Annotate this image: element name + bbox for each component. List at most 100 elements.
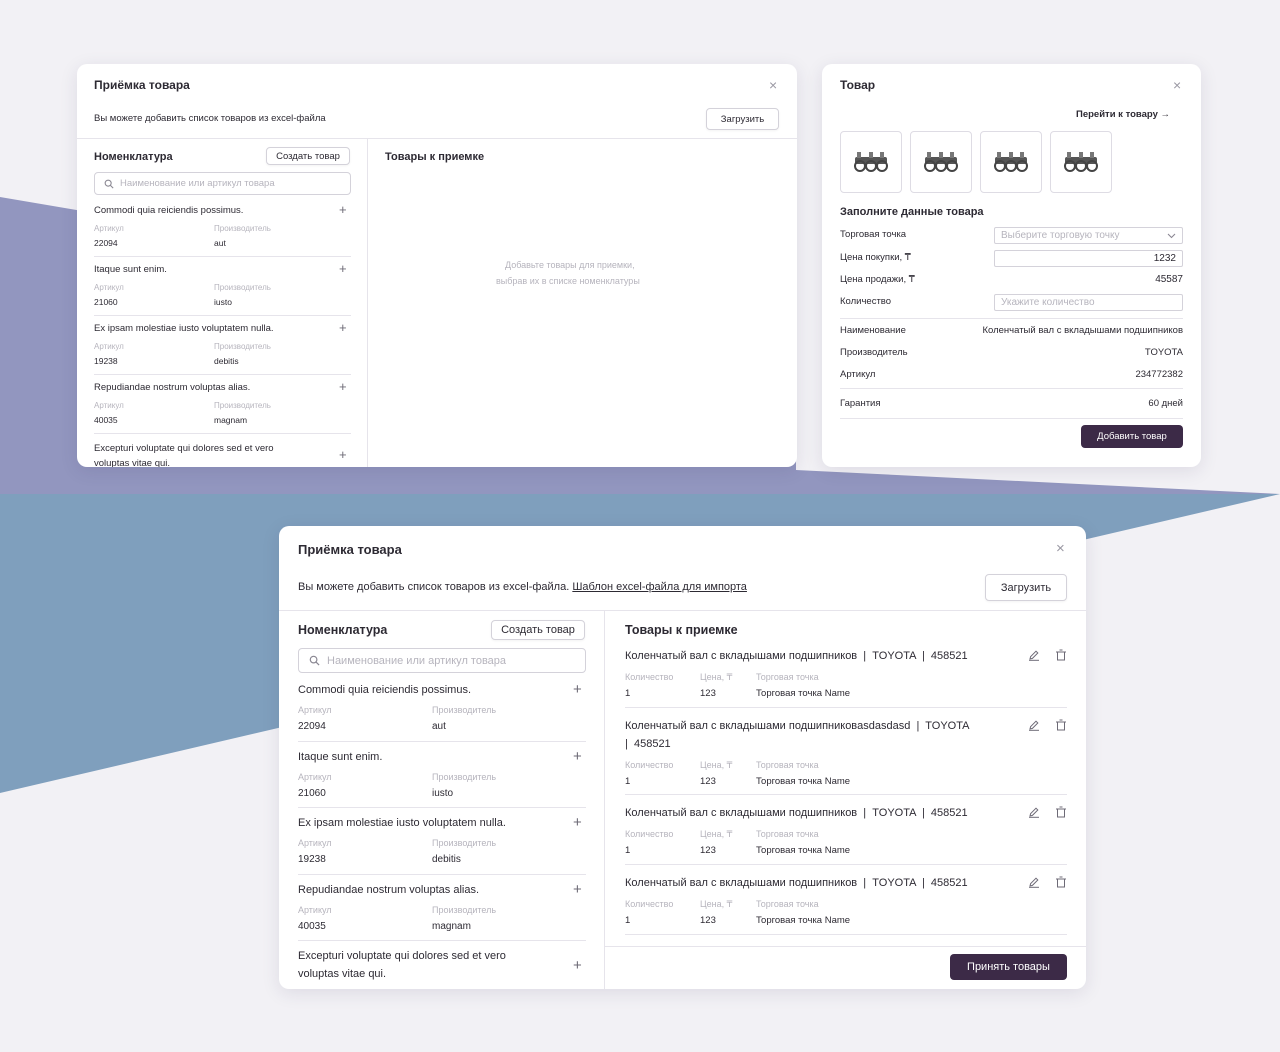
maker-value: magnam (432, 921, 471, 932)
product-thumbnail[interactable] (840, 131, 902, 193)
search-input[interactable]: Наименование или артикул товара (298, 648, 586, 673)
maker-label: Производитель (214, 224, 271, 233)
divider (298, 874, 586, 875)
divider (298, 940, 586, 941)
accepted-item: Коленчатый вал с вкладышами подшипников … (625, 649, 1067, 710)
sell-price-label: Цена продажи, ₸ (840, 274, 915, 285)
trash-icon[interactable] (1055, 719, 1067, 731)
add-icon[interactable]: + (339, 262, 347, 275)
divider (94, 256, 351, 257)
add-product-button[interactable]: Добавить товар (1081, 425, 1183, 448)
point-label: Торговая точка (756, 760, 819, 770)
close-icon[interactable]: × (1173, 78, 1181, 92)
maker-label: Производитель (432, 905, 497, 915)
article-label: Артикул (94, 283, 124, 292)
add-icon[interactable]: + (573, 682, 582, 697)
point-value: Торговая точка Name (756, 776, 851, 787)
create-product-button[interactable]: Создать товар (266, 147, 350, 165)
trash-icon[interactable] (1055, 876, 1067, 888)
upload-button[interactable]: Загрузить (706, 108, 779, 130)
list-item: Repudiandae nostrum voluptas alias. + Ар… (298, 882, 586, 942)
item-title: Коленчатый вал с вкладышами подшипников … (625, 650, 968, 662)
point-value: Торговая точка Name (756, 845, 851, 856)
edit-icon[interactable] (1028, 876, 1040, 888)
template-link[interactable]: Шаблон excel-файла для импорта (572, 581, 747, 593)
search-placeholder: Наименование или артикул товара (120, 178, 275, 189)
add-icon[interactable]: + (339, 203, 347, 216)
item-name: Excepturi voluptate qui dolores sed et v… (298, 950, 506, 962)
add-icon[interactable]: + (339, 448, 347, 461)
engine-part-icon (1064, 152, 1098, 172)
item-name: Repudiandae nostrum voluptas alias. (298, 884, 480, 896)
modal-title: Приёмка товара (94, 78, 190, 92)
add-icon[interactable]: + (339, 321, 347, 334)
divider (279, 610, 1086, 611)
add-icon[interactable]: + (573, 958, 582, 973)
item-title-cont: | 458521 (625, 738, 671, 750)
divider (625, 794, 1067, 795)
search-input[interactable]: Наименование или артикул товара (94, 172, 351, 195)
engine-part-icon (924, 152, 958, 172)
trash-icon[interactable] (1055, 806, 1067, 818)
price-label: Цена, ₸ (700, 829, 733, 839)
maker-label: Производитель (432, 838, 497, 848)
item-name: Ex ipsam molestiae iusto voluptatem null… (298, 817, 506, 829)
divider (625, 864, 1067, 865)
qty-value: 1 (625, 688, 631, 699)
go-to-product-link[interactable]: Перейти к товару → (1076, 109, 1170, 120)
price-label: Цена, ₸ (700, 899, 733, 909)
article-value: 19238 (94, 356, 118, 366)
list-item: Ex ipsam molestiae iusto voluptatem null… (94, 321, 351, 375)
trash-icon[interactable] (1055, 649, 1067, 661)
list-item: Excepturi voluptate qui dolores sed et v… (94, 441, 351, 467)
edit-icon[interactable] (1028, 719, 1040, 731)
list-item: Repudiandae nostrum voluptas alias. + Ар… (94, 380, 351, 434)
add-icon[interactable]: + (339, 380, 347, 393)
sell-price-value[interactable]: 45587 (1155, 274, 1183, 285)
product-thumbnail[interactable] (910, 131, 972, 193)
add-icon[interactable]: + (573, 882, 582, 897)
divider (94, 374, 351, 375)
qty-label: Количество (625, 760, 674, 770)
add-icon[interactable]: + (573, 749, 582, 764)
divider (94, 315, 351, 316)
modal-title: Приёмка товара (298, 542, 402, 557)
divider (625, 707, 1067, 708)
nomenclature-title: Номенклатура (298, 623, 388, 637)
name-value: Коленчатый вал с вкладышами подшипников (982, 325, 1184, 336)
quantity-input[interactable]: Укажите количество (994, 294, 1183, 311)
item-name: Itaque sunt enim. (94, 264, 167, 275)
qty-value: 1 (625, 845, 631, 856)
product-modal: Товар × Перейти к товару → Заполните дан… (822, 64, 1201, 467)
accepted-item: Коленчатый вал с вкладышами подшипниковa… (625, 719, 1067, 798)
modal-title: Товар (840, 78, 876, 92)
product-thumbnail[interactable] (1050, 131, 1112, 193)
upload-button[interactable]: Загрузить (985, 574, 1067, 601)
maker-label: Производитель (214, 401, 271, 410)
close-icon[interactable]: × (1056, 541, 1065, 556)
item-name-cont: voluptas vitae qui. (298, 968, 387, 980)
buy-price-input[interactable]: 1232 (994, 250, 1183, 267)
point-select[interactable]: Выберите торговую точку (994, 227, 1183, 244)
edit-icon[interactable] (1028, 649, 1040, 661)
maker-label: Производитель (214, 342, 271, 351)
divider (298, 807, 586, 808)
qty-label: Количество (625, 672, 674, 682)
maker-value: iusto (432, 788, 454, 799)
accepted-item: Коленчатый вал с вкладышами подшипников … (625, 806, 1067, 867)
product-thumbnail[interactable] (980, 131, 1042, 193)
article-label: Артикул (94, 342, 124, 351)
maker-value: aut (432, 721, 446, 732)
maker-value: iusto (214, 297, 232, 307)
arrow-right-icon: → (1160, 109, 1171, 120)
add-icon[interactable]: + (573, 815, 582, 830)
accept-title: Товары к приемке (385, 151, 485, 163)
warranty-label: Гарантия (840, 398, 881, 409)
edit-icon[interactable] (1028, 806, 1040, 818)
warranty-value: 60 дней (1148, 398, 1183, 409)
upload-hint: Вы можете добавить список товаров из exc… (94, 113, 326, 124)
close-icon[interactable]: × (769, 78, 777, 92)
create-product-button[interactable]: Создать товар (491, 620, 585, 640)
accept-products-button[interactable]: Принять товары (950, 954, 1067, 980)
point-placeholder: Выберите торговую точку (1001, 230, 1120, 241)
